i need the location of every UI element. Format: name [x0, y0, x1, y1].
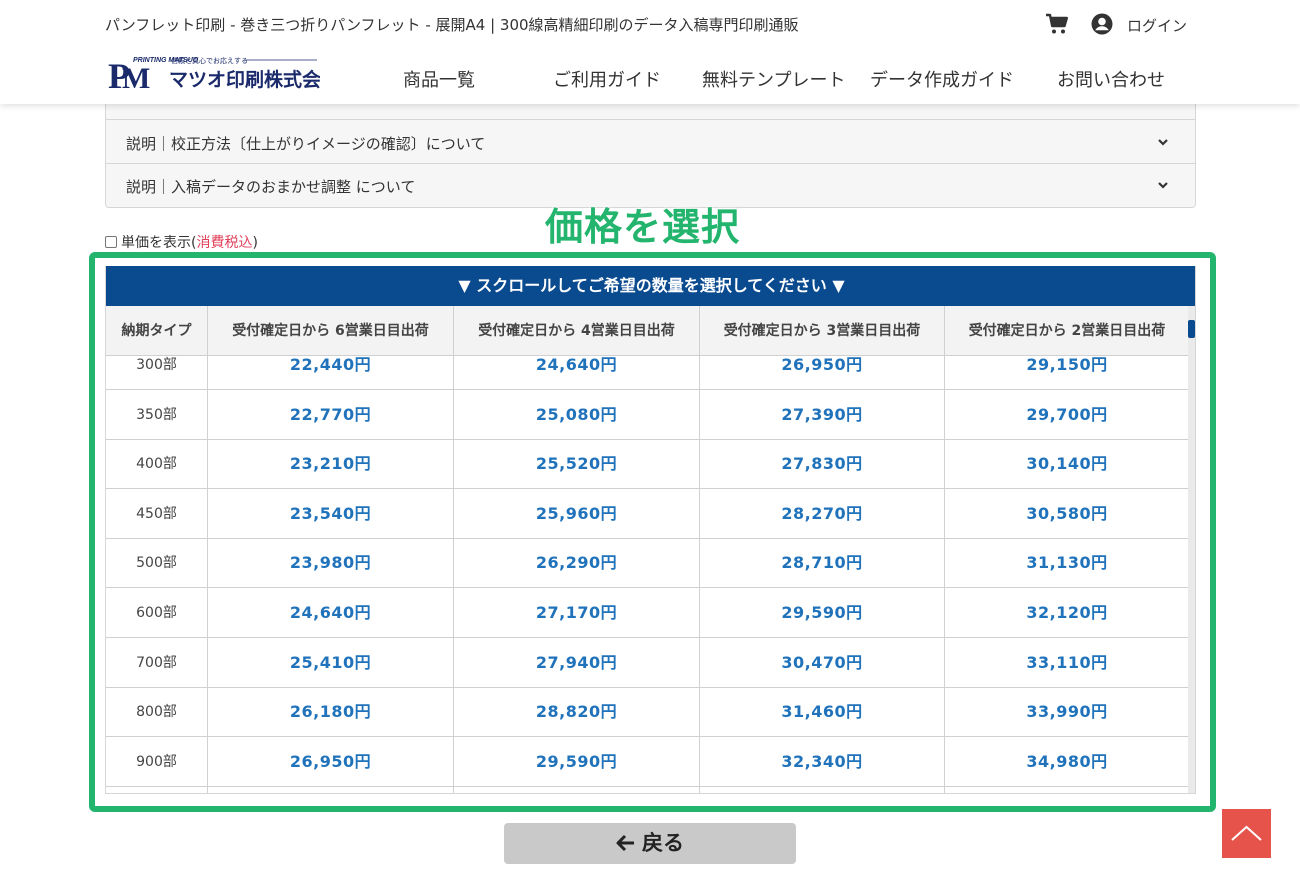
tax-included-label: 消費税込: [196, 235, 253, 251]
chevron-up-icon: [1231, 825, 1262, 841]
page-top-button[interactable]: [1222, 809, 1271, 858]
accordion-item-label: 説明｜校正方法〔仕上がりイメージの確認〕について: [126, 135, 486, 153]
nav-item-templates[interactable]: 無料テンプレート: [702, 66, 845, 92]
svg-text:信頼と真心でお応えする: 信頼と真心でお応えする: [171, 56, 248, 65]
site-title: パンフレット印刷 - 巻き三つ折りパンフレット - 展開A4 | 300線高精細…: [105, 16, 799, 34]
main-nav: 商品一覧 ご利用ガイド 無料テンプレート データ作成ガイド お問い合わせ: [0, 66, 1300, 92]
unit-price-checkbox[interactable]: [105, 236, 117, 248]
unit-price-toggle[interactable]: 単価を表示(消費税込): [105, 232, 258, 252]
chevron-down-icon: [1158, 139, 1168, 146]
unit-price-close: ): [252, 235, 258, 251]
accordion-item-proof[interactable]: 説明｜校正方法〔仕上がりイメージの確認〕について: [106, 121, 1195, 164]
user-circle-icon[interactable]: [1091, 13, 1113, 35]
chevron-down-icon: [1158, 182, 1168, 189]
highlight-frame: [89, 252, 1216, 812]
back-button-label: 戻る: [642, 831, 684, 855]
accordion-item-label: 説明｜入稿データのおまかせ調整 について: [126, 178, 416, 196]
login-link[interactable]: ログイン: [1127, 15, 1187, 36]
nav-item-data-guide[interactable]: データ作成ガイド: [870, 66, 1014, 92]
arrow-left-icon: [616, 834, 634, 852]
cart-icon[interactable]: [1045, 12, 1069, 36]
nav-item-guide[interactable]: ご利用ガイド: [553, 66, 661, 92]
annotation-title: 価格を選択: [545, 205, 741, 249]
site-header: パンフレット印刷 - 巻き三つ折りパンフレット - 展開A4 | 300線高精細…: [0, 0, 1300, 104]
nav-item-contact[interactable]: お問い合わせ: [1057, 66, 1165, 92]
back-button[interactable]: 戻る: [504, 823, 796, 864]
nav-item-products[interactable]: 商品一覧: [403, 66, 475, 92]
unit-price-label: 単価を表示(: [121, 235, 197, 251]
